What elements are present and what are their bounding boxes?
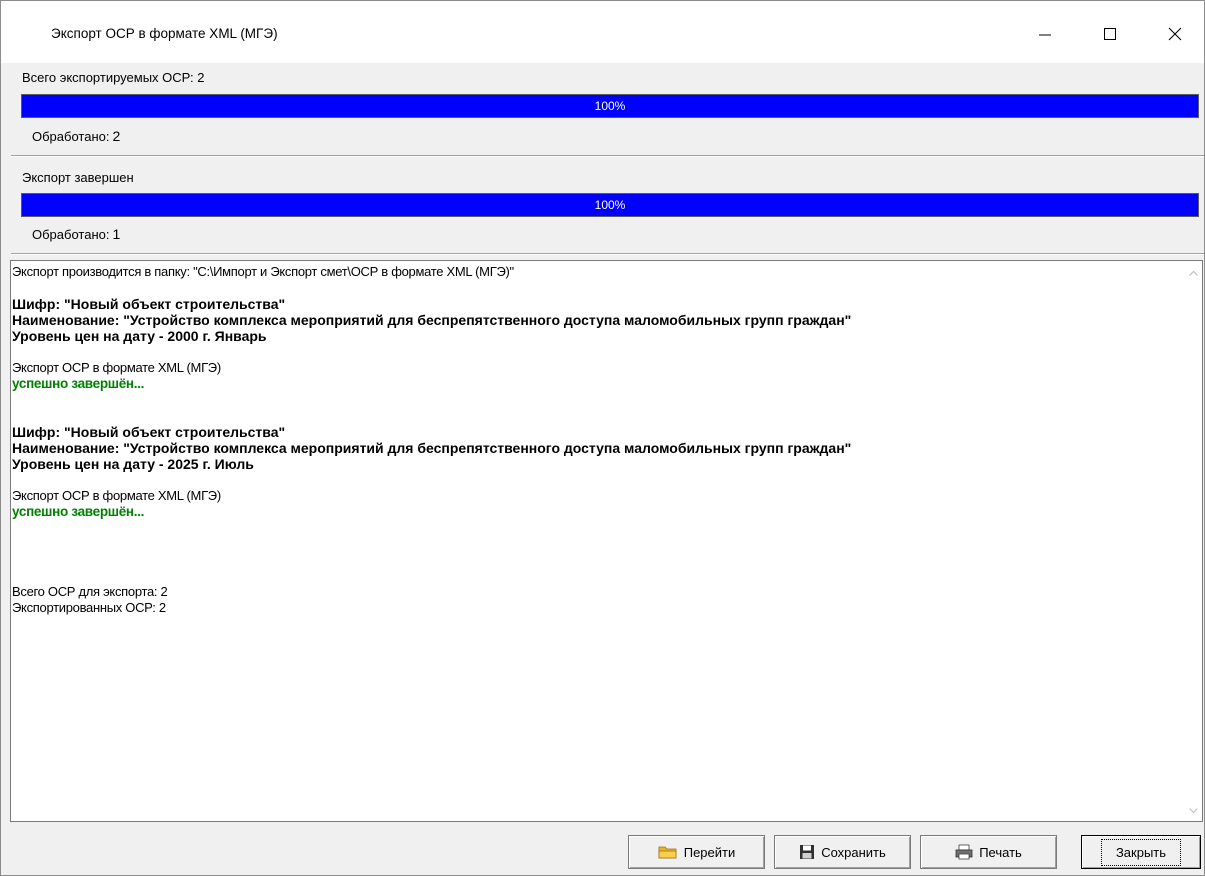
current-progress-text: 100% — [594, 198, 626, 212]
log-line: успешно завершён... — [12, 376, 145, 391]
title-bar[interactable]: Экспорт ОСР в формате XML (МГЭ) — [1, 1, 1204, 63]
log-line: Уровень цен на дату - 2000 г. Январь — [12, 328, 267, 344]
maximize-button[interactable] — [1087, 14, 1133, 54]
printer-icon — [955, 844, 973, 860]
goto-button-label: Перейти — [683, 844, 736, 860]
scroll-down-icon[interactable] — [1188, 805, 1199, 816]
export-log[interactable]: Экспорт производится в папку: "C:\Импорт… — [10, 260, 1203, 822]
processed-value: 1 — [112, 226, 121, 242]
folder-icon — [658, 846, 677, 859]
log-line: Шифр: "Новый объект строительства" — [12, 296, 286, 312]
section-divider — [11, 155, 1204, 157]
goto-button[interactable]: Перейти — [628, 835, 765, 869]
log-line: Наименование: "Устройство комплекса меро… — [12, 312, 852, 328]
total-progress-bar: 100% — [21, 94, 1199, 118]
section-divider — [11, 253, 1204, 255]
log-line: Шифр: "Новый объект строительства" — [12, 424, 286, 440]
total-export-label: Всего экспортируемых ОСР: 2 — [22, 70, 205, 85]
save-button[interactable]: Сохранить — [774, 835, 911, 869]
total-progress-text: 100% — [594, 99, 626, 113]
log-line: Экспорт производится в папку: "C:\Импорт… — [12, 264, 514, 279]
log-line: Наименование: "Устройство комплекса меро… — [12, 440, 852, 456]
close-button-label: Закрыть — [1100, 838, 1182, 866]
log-line: успешно завершён... — [12, 504, 145, 519]
print-button[interactable]: Печать — [920, 835, 1057, 869]
log-line: Всего ОСР для экспорта: 2 — [12, 584, 168, 599]
close-icon — [1168, 27, 1182, 41]
log-line: Экспорт ОСР в формате XML (МГЭ) — [12, 360, 221, 375]
minimize-button[interactable] — [1022, 14, 1068, 54]
print-button-label: Печать — [979, 844, 1022, 860]
maximize-icon — [1104, 28, 1116, 40]
processed-value: 2 — [112, 128, 121, 144]
export-status-label: Экспорт завершен — [22, 170, 134, 185]
save-button-label: Сохранить — [821, 844, 886, 860]
processed-label: Обработано: — [32, 227, 110, 242]
log-scrollbar[interactable] — [1185, 261, 1202, 821]
log-line: Экспортированных ОСР: 2 — [12, 600, 166, 615]
total-processed-counter: Обработано: 2 — [32, 128, 120, 144]
window-close-button[interactable] — [1152, 14, 1198, 54]
log-line: Уровень цен на дату - 2025 г. Июль — [12, 456, 254, 472]
button-bar: Перейти Сохранить Печать Закрыть — [1, 822, 1204, 875]
processed-label: Обработано: — [32, 129, 110, 144]
floppy-disk-icon — [800, 845, 815, 859]
log-line: Экспорт ОСР в формате XML (МГЭ) — [12, 488, 221, 503]
window-title: Экспорт ОСР в формате XML (МГЭ) — [51, 26, 278, 41]
minimize-icon — [1039, 34, 1051, 36]
close-button[interactable]: Закрыть — [1081, 835, 1201, 869]
current-progress-bar: 100% — [21, 193, 1199, 217]
current-processed-counter: Обработано: 1 — [32, 226, 120, 242]
log-content: Экспорт производится в папку: "C:\Импорт… — [12, 264, 1184, 616]
export-dialog-window: Экспорт ОСР в формате XML (МГЭ) Всего эк… — [0, 0, 1205, 876]
scroll-up-icon[interactable] — [1188, 268, 1199, 279]
